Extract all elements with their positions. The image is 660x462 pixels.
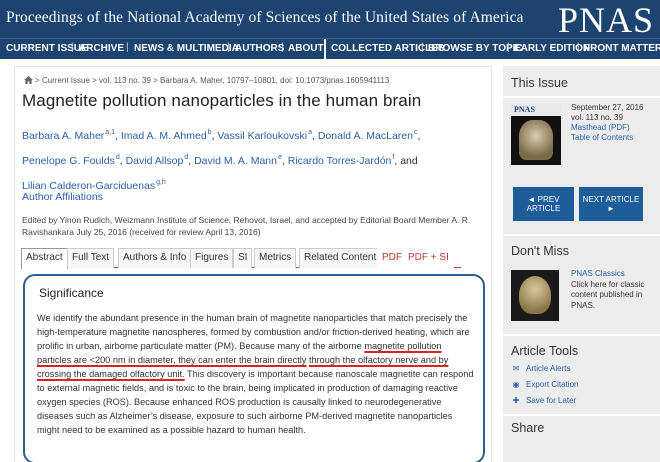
issue-cover-image[interactable]: PNAS — [511, 104, 561, 165]
dont-miss-heading: Don't Miss — [511, 244, 569, 258]
export-icon: ◉ — [512, 380, 520, 389]
tab-authors-info[interactable]: Authors & Info — [118, 248, 192, 268]
nav-news-multimedia[interactable]: NEWS & MULTIMEDIA — [134, 43, 239, 54]
nav-separator: | — [71, 42, 74, 53]
next-article-button[interactable]: NEXT ARTICLE ► — [579, 187, 643, 221]
export-citation-link[interactable]: ◉ Export Citation — [511, 380, 579, 389]
this-issue-heading: This Issue — [511, 76, 568, 90]
significance-box: Significance We identify the abundant pr… — [23, 274, 485, 462]
author-link[interactable]: Donald A. MacLarenc — [318, 129, 418, 142]
nav-divider — [324, 39, 326, 60]
article-tools-heading: Article Tools — [511, 344, 579, 358]
breadcrumb-text[interactable]: > Current Issue > vol. 113 no. 39 > Barb… — [35, 76, 389, 85]
tab-metrics[interactable]: Metrics — [254, 248, 297, 268]
author-link[interactable]: Imad A. M. Ahmedb — [121, 129, 212, 142]
masthead-link[interactable]: Masthead (PDF) — [571, 123, 651, 133]
and-text: and — [400, 155, 418, 167]
pnas-classics-image[interactable] — [511, 270, 559, 321]
journal-name[interactable]: Proceedings of the National Academy of S… — [6, 9, 524, 27]
nav-separator: | — [507, 42, 510, 53]
nav-archive[interactable]: ARCHIVE — [79, 43, 124, 54]
author-link[interactable]: Ricardo Torres-Jardónf — [288, 154, 395, 167]
tab-related-content[interactable]: Related Content — [299, 248, 382, 268]
nav-current-issue[interactable]: CURRENT ISSUE — [6, 43, 88, 54]
nav-separator: | — [281, 42, 284, 53]
divider — [503, 234, 660, 236]
significance-text: We identify the abundant presence in the… — [37, 313, 474, 435]
article-tabs: Abstract Full Text Authors & Info Figure… — [21, 248, 461, 269]
bookmark-icon: ✚ — [512, 396, 520, 405]
prev-article-button[interactable]: ◄ PREV ARTICLE — [513, 187, 574, 221]
site-header: Proceedings of the National Academy of S… — [0, 0, 660, 39]
pnas-classics-description: Click here for classic content published… — [571, 279, 645, 310]
issue-date: September 27, 2016 — [571, 103, 644, 112]
author-link[interactable]: Vassil Karloukovskia — [217, 129, 312, 142]
tab-si[interactable]: SI — [233, 248, 253, 268]
tab-abstract[interactable]: Abstract — [21, 248, 68, 269]
divider — [503, 334, 660, 336]
divider — [503, 414, 660, 416]
pnas-classics-link[interactable]: PNAS Classics — [571, 269, 655, 280]
article-panel: > Current Issue > vol. 113 no. 39 > Barb… — [14, 66, 492, 462]
table-of-contents-link[interactable]: Table of Contents — [571, 133, 651, 143]
main-nav: CURRENT ISSUE | ARCHIVE | NEWS & MULTIME… — [0, 38, 660, 60]
bell-icon: ✉ — [512, 364, 520, 373]
nav-separator: | — [126, 42, 129, 53]
pnas-logo[interactable]: PNAS — [558, 1, 654, 39]
author-link[interactable]: David M. A. Manne — [194, 154, 282, 167]
nav-about[interactable]: ABOUT — [288, 43, 324, 54]
nav-separator: | — [421, 42, 424, 53]
issue-volume: vol. 113 no. 39 — [571, 113, 623, 122]
breadcrumb: > Current Issue > vol. 113 no. 39 > Barb… — [24, 76, 389, 85]
nav-separator: | — [227, 42, 230, 53]
nav-front-matter[interactable]: FRONT MATTER — [584, 43, 660, 54]
dont-miss-text: PNAS Classics Click here for classic con… — [571, 269, 655, 311]
issue-info: September 27, 2016 vol. 113 no. 39 Masth… — [571, 103, 651, 143]
tab-full-text[interactable]: Full Text — [67, 248, 115, 268]
nav-authors[interactable]: AUTHORS — [235, 43, 284, 54]
author-link[interactable]: Penelope G. Fouldsd — [22, 154, 120, 167]
divider — [503, 96, 660, 98]
save-for-later-link[interactable]: ✚ Save for Later — [511, 396, 577, 405]
author-link[interactable]: Barbara A. Mahera,1 — [22, 129, 115, 142]
nav-separator: | — [577, 42, 580, 53]
sidebar: This Issue PNAS September 27, 2016 vol. … — [503, 66, 660, 462]
article-alerts-link[interactable]: ✉ Article Alerts — [511, 364, 571, 373]
share-heading: Share — [511, 421, 545, 435]
author-list: Barbara A. Mahera,1, Imad A. M. Ahmedb, … — [22, 129, 421, 192]
edited-by-text: Edited by Yinon Rudich, Weizmann Institu… — [22, 215, 471, 237]
tab-figures[interactable]: Figures — [190, 248, 234, 268]
home-icon[interactable] — [24, 76, 33, 84]
tab-pdf-si[interactable]: PDF + SI — [403, 248, 454, 268]
author-link[interactable]: David Allsopd — [126, 154, 189, 167]
significance-title: Significance — [39, 286, 104, 300]
article-title: Magnetite pollution nanoparticles in the… — [22, 91, 422, 110]
author-affiliations-link[interactable]: Author Affiliations — [22, 191, 103, 203]
